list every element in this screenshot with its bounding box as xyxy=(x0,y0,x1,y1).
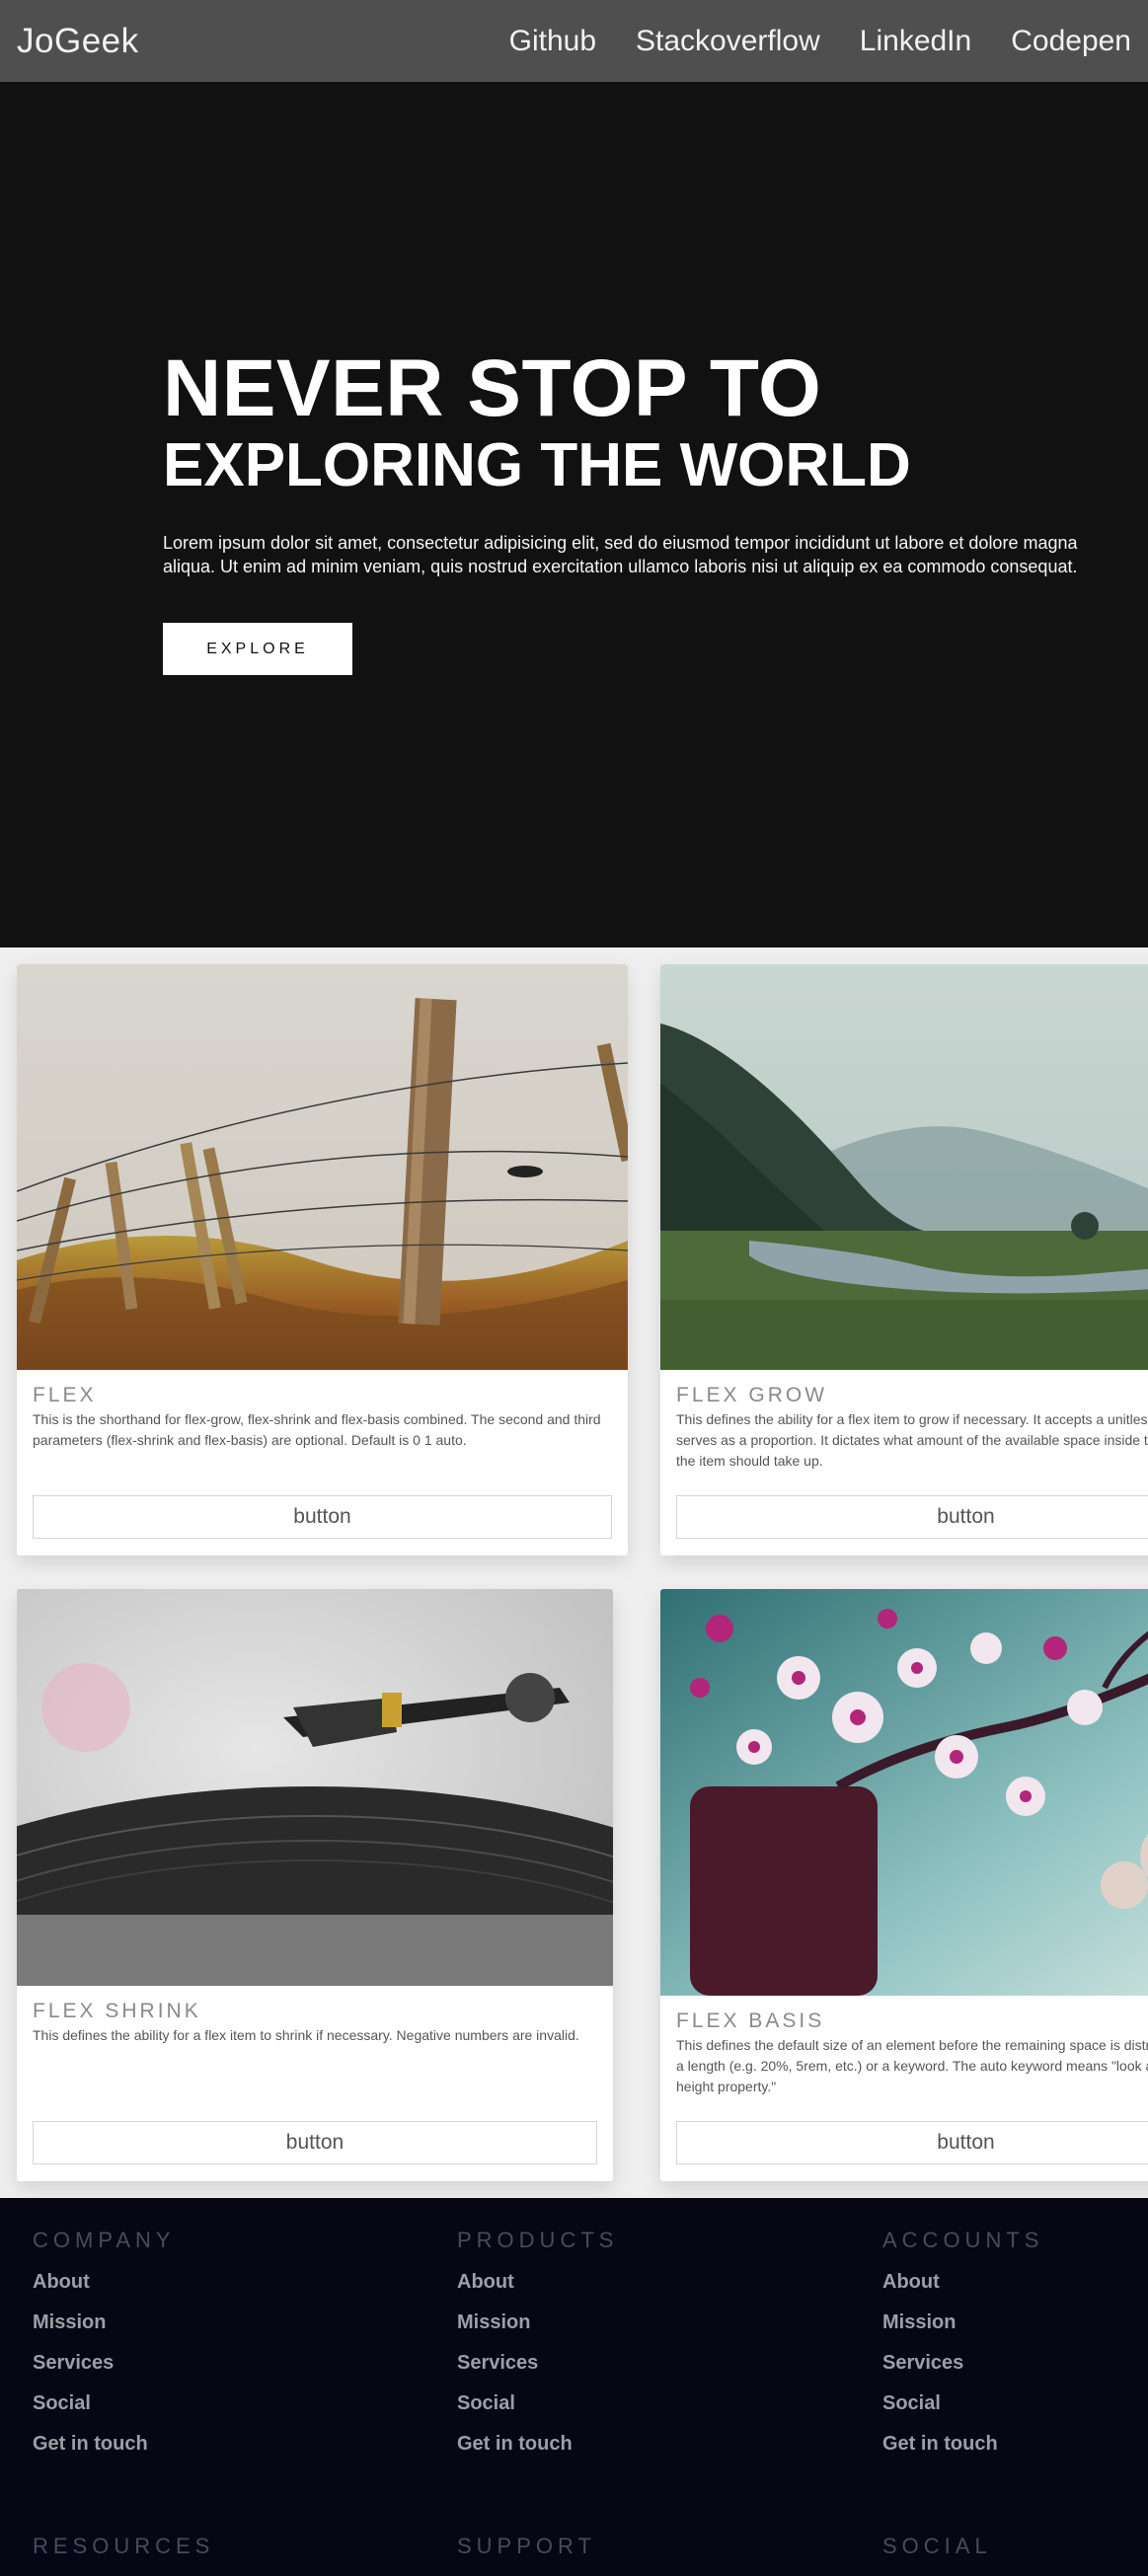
card-image-fence xyxy=(17,964,628,1370)
card-description: This defines the default size of an elem… xyxy=(676,2037,1148,2094)
card-title: FLEX GROW xyxy=(676,1384,828,1406)
footer-link-about[interactable]: About xyxy=(457,2271,618,2294)
footer-link-services[interactable]: Services xyxy=(882,2352,1043,2375)
card-button[interactable]: button xyxy=(33,2121,597,2164)
hero-title-line2: EXPLORING THE WORLD xyxy=(163,431,911,499)
card-flex-grow: FLEX GROW This defines the ability for a… xyxy=(660,964,1148,1555)
nav-link-stackoverflow[interactable]: Stackoverflow xyxy=(636,25,820,58)
footer-heading: ACCOUNTS xyxy=(882,2228,1044,2252)
nav-link-linkedin[interactable]: LinkedIn xyxy=(860,25,971,58)
footer-heading-resources: RESOURCES xyxy=(33,2534,215,2558)
footer-link-get-in-touch[interactable]: Get in touch xyxy=(33,2433,176,2456)
footer-link-social[interactable]: Social xyxy=(33,2392,176,2415)
card-flex-basis: FLEX BASIS This defines the default size… xyxy=(660,1589,1148,2181)
card-button[interactable]: button xyxy=(676,1495,1148,1539)
hero-description: Lorem ipsum dolor sit amet, consectetur … xyxy=(163,533,1078,576)
card-title: FLEX xyxy=(33,1384,97,1406)
footer-heading-support: SUPPORT xyxy=(457,2534,596,2558)
card-flex-shrink: FLEX SHRINK This defines the ability for… xyxy=(17,1589,613,2181)
footer-link-get-in-touch[interactable]: Get in touch xyxy=(457,2433,618,2456)
footer-link-social[interactable]: Social xyxy=(457,2392,618,2415)
footer-column-company: COMPANY About Mission Services Social Ge… xyxy=(33,2228,176,2456)
footer-heading: COMPANY xyxy=(33,2228,176,2252)
footer-link-services[interactable]: Services xyxy=(457,2352,618,2375)
footer-heading: PRODUCTS xyxy=(457,2228,619,2252)
card-description: This defines the ability for a flex item… xyxy=(676,1411,1148,1469)
main-nav: Github Stackoverflow LinkedIn Codepen xyxy=(509,25,1131,58)
footer-link-mission[interactable]: Mission xyxy=(882,2311,1043,2334)
top-navbar: JoGeek Github Stackoverflow LinkedIn Cod… xyxy=(0,0,1148,82)
footer-column-products: PRODUCTS About Mission Services Social G… xyxy=(457,2228,618,2456)
brand-logo[interactable]: JoGeek xyxy=(17,22,139,61)
card-title: FLEX BASIS xyxy=(676,2009,825,2032)
card-flex: FLEX This is the shorthand for flex-grow… xyxy=(17,964,628,1555)
card-button[interactable]: button xyxy=(33,1495,612,1539)
footer-link-about[interactable]: About xyxy=(33,2271,176,2294)
card-image-blossoms xyxy=(660,1589,1148,1996)
cards-section: FLEX This is the shorthand for flex-grow… xyxy=(0,947,1148,2198)
hero-title-line1: NEVER STOP TO xyxy=(163,343,822,433)
nav-link-codepen[interactable]: Codepen xyxy=(1011,25,1131,58)
card-button[interactable]: button xyxy=(676,2121,1148,2164)
card-description: This defines the ability for a flex item… xyxy=(33,2027,579,2043)
footer-link-mission[interactable]: Mission xyxy=(457,2311,618,2334)
footer-link-get-in-touch[interactable]: Get in touch xyxy=(882,2433,1043,2456)
hero-section: NEVER STOP TO EXPLORING THE WORLD Lorem … xyxy=(0,82,1148,947)
card-description: This is the shorthand for flex-grow, fle… xyxy=(33,1411,601,1448)
fence-illustration xyxy=(17,964,628,1370)
card-image-turntable xyxy=(17,1589,613,1986)
card-title: FLEX SHRINK xyxy=(33,2000,201,2022)
blossoms-illustration xyxy=(660,1589,1148,1996)
river-illustration xyxy=(660,964,1148,1370)
card-image-river xyxy=(660,964,1148,1370)
footer-column-accounts: ACCOUNTS About Mission Services Social G… xyxy=(882,2228,1043,2456)
site-footer: COMPANY About Mission Services Social Ge… xyxy=(0,2198,1148,2576)
nav-link-github[interactable]: Github xyxy=(509,25,596,58)
footer-link-mission[interactable]: Mission xyxy=(33,2311,176,2334)
turntable-illustration xyxy=(17,1589,613,1986)
footer-heading-social: SOCIAL xyxy=(882,2534,992,2558)
footer-link-services[interactable]: Services xyxy=(33,2352,176,2375)
footer-link-social[interactable]: Social xyxy=(882,2392,1043,2415)
explore-button[interactable]: EXPLORE xyxy=(163,623,352,675)
footer-link-about[interactable]: About xyxy=(882,2271,1043,2294)
